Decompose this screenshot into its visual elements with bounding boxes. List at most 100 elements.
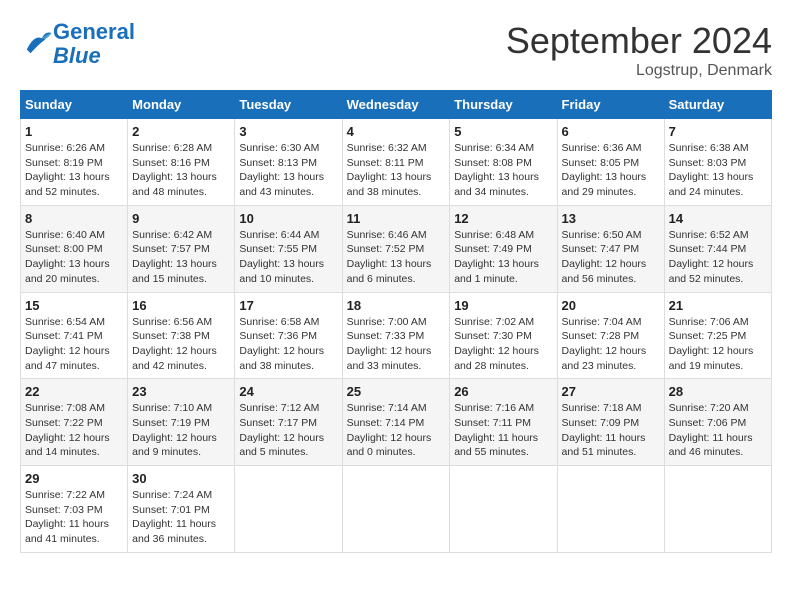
day-number: 14 bbox=[669, 211, 767, 226]
day-info: Sunrise: 7:20 AM Sunset: 7:06 PM Dayligh… bbox=[669, 401, 767, 460]
weekday-header-wednesday: Wednesday bbox=[342, 91, 450, 119]
calendar-cell bbox=[450, 466, 557, 553]
day-info: Sunrise: 6:30 AM Sunset: 8:13 PM Dayligh… bbox=[239, 141, 337, 200]
day-number: 23 bbox=[132, 384, 230, 399]
day-number: 8 bbox=[25, 211, 123, 226]
calendar-cell: 14 Sunrise: 6:52 AM Sunset: 7:44 PM Dayli… bbox=[664, 205, 771, 292]
calendar-cell: 5 Sunrise: 6:34 AM Sunset: 8:08 PM Daylig… bbox=[450, 119, 557, 206]
day-number: 21 bbox=[669, 298, 767, 313]
day-number: 30 bbox=[132, 471, 230, 486]
calendar-cell: 2 Sunrise: 6:28 AM Sunset: 8:16 PM Daylig… bbox=[128, 119, 235, 206]
calendar-cell: 15Sunrise: 6:54 AM Sunset: 7:41 PM Dayli… bbox=[21, 292, 128, 379]
day-info: Sunrise: 7:02 AM Sunset: 7:30 PM Dayligh… bbox=[454, 315, 552, 374]
calendar-cell: 25 Sunrise: 7:14 AM Sunset: 7:14 PM Dayli… bbox=[342, 379, 450, 466]
day-info: Sunrise: 6:58 AM Sunset: 7:36 PM Dayligh… bbox=[239, 315, 337, 374]
location: Logstrup, Denmark bbox=[506, 62, 772, 80]
weekday-header-thursday: Thursday bbox=[450, 91, 557, 119]
day-info: Sunrise: 6:56 AM Sunset: 7:38 PM Dayligh… bbox=[132, 315, 230, 374]
day-number: 11 bbox=[347, 211, 446, 226]
calendar-cell: 3Sunrise: 6:30 AM Sunset: 8:13 PM Daylig… bbox=[235, 119, 342, 206]
day-info: Sunrise: 6:44 AM Sunset: 7:55 PM Dayligh… bbox=[239, 228, 337, 287]
title-block: September 2024 Logstrup, Denmark bbox=[506, 20, 772, 80]
day-number: 17 bbox=[239, 298, 337, 313]
weekday-header-monday: Monday bbox=[128, 91, 235, 119]
day-info: Sunrise: 6:40 AM Sunset: 8:00 PM Dayligh… bbox=[25, 228, 123, 287]
day-number: 7 bbox=[669, 124, 767, 139]
day-info: Sunrise: 7:06 AM Sunset: 7:25 PM Dayligh… bbox=[669, 315, 767, 374]
weekday-header-saturday: Saturday bbox=[664, 91, 771, 119]
day-info: Sunrise: 6:42 AM Sunset: 7:57 PM Dayligh… bbox=[132, 228, 230, 287]
calendar-week-1: 1Sunrise: 6:26 AM Sunset: 8:19 PM Daylig… bbox=[21, 119, 772, 206]
day-number: 28 bbox=[669, 384, 767, 399]
calendar-cell: 13Sunrise: 6:50 AM Sunset: 7:47 PM Dayli… bbox=[557, 205, 664, 292]
day-number: 27 bbox=[562, 384, 660, 399]
day-number: 15 bbox=[25, 298, 123, 313]
calendar-week-4: 22 Sunrise: 7:08 AM Sunset: 7:22 PM Dayli… bbox=[21, 379, 772, 466]
day-info: Sunrise: 6:36 AM Sunset: 8:05 PM Dayligh… bbox=[562, 141, 660, 200]
calendar-cell: 27 Sunrise: 7:18 AM Sunset: 7:09 PM Dayli… bbox=[557, 379, 664, 466]
logo-blue: Blue bbox=[53, 43, 101, 68]
calendar-week-2: 8 Sunrise: 6:40 AM Sunset: 8:00 PM Daylig… bbox=[21, 205, 772, 292]
day-number: 13 bbox=[562, 211, 660, 226]
day-number: 29 bbox=[25, 471, 123, 486]
day-info: Sunrise: 7:24 AM Sunset: 7:01 PM Dayligh… bbox=[132, 488, 230, 547]
calendar-cell: 21 Sunrise: 7:06 AM Sunset: 7:25 PM Dayli… bbox=[664, 292, 771, 379]
day-info: Sunrise: 7:00 AM Sunset: 7:33 PM Dayligh… bbox=[347, 315, 446, 374]
calendar-table: SundayMondayTuesdayWednesdayThursdayFrid… bbox=[20, 90, 772, 553]
day-info: Sunrise: 6:38 AM Sunset: 8:03 PM Dayligh… bbox=[669, 141, 767, 200]
day-number: 16 bbox=[132, 298, 230, 313]
day-info: Sunrise: 7:04 AM Sunset: 7:28 PM Dayligh… bbox=[562, 315, 660, 374]
weekday-header-tuesday: Tuesday bbox=[235, 91, 342, 119]
day-number: 9 bbox=[132, 211, 230, 226]
calendar-cell: 17 Sunrise: 6:58 AM Sunset: 7:36 PM Dayli… bbox=[235, 292, 342, 379]
weekday-header-sunday: Sunday bbox=[21, 91, 128, 119]
day-info: Sunrise: 7:18 AM Sunset: 7:09 PM Dayligh… bbox=[562, 401, 660, 460]
day-info: Sunrise: 7:22 AM Sunset: 7:03 PM Dayligh… bbox=[25, 488, 123, 547]
calendar-cell: 9 Sunrise: 6:42 AM Sunset: 7:57 PM Daylig… bbox=[128, 205, 235, 292]
calendar-cell bbox=[235, 466, 342, 553]
calendar-cell: 19 Sunrise: 7:02 AM Sunset: 7:30 PM Dayli… bbox=[450, 292, 557, 379]
calendar-cell: 28 Sunrise: 7:20 AM Sunset: 7:06 PM Dayli… bbox=[664, 379, 771, 466]
calendar-week-3: 15Sunrise: 6:54 AM Sunset: 7:41 PM Dayli… bbox=[21, 292, 772, 379]
day-info: Sunrise: 7:08 AM Sunset: 7:22 PM Dayligh… bbox=[25, 401, 123, 460]
day-number: 26 bbox=[454, 384, 552, 399]
day-number: 2 bbox=[132, 124, 230, 139]
day-number: 4 bbox=[347, 124, 446, 139]
day-info: Sunrise: 7:10 AM Sunset: 7:19 PM Dayligh… bbox=[132, 401, 230, 460]
day-number: 20 bbox=[562, 298, 660, 313]
calendar-cell: 4 Sunrise: 6:32 AM Sunset: 8:11 PM Daylig… bbox=[342, 119, 450, 206]
day-info: Sunrise: 7:16 AM Sunset: 7:11 PM Dayligh… bbox=[454, 401, 552, 460]
day-info: Sunrise: 6:48 AM Sunset: 7:49 PM Dayligh… bbox=[454, 228, 552, 287]
day-info: Sunrise: 6:28 AM Sunset: 8:16 PM Dayligh… bbox=[132, 141, 230, 200]
day-info: Sunrise: 6:32 AM Sunset: 8:11 PM Dayligh… bbox=[347, 141, 446, 200]
day-info: Sunrise: 6:52 AM Sunset: 7:44 PM Dayligh… bbox=[669, 228, 767, 287]
calendar-cell: 7 Sunrise: 6:38 AM Sunset: 8:03 PM Daylig… bbox=[664, 119, 771, 206]
day-number: 19 bbox=[454, 298, 552, 313]
day-info: Sunrise: 6:46 AM Sunset: 7:52 PM Dayligh… bbox=[347, 228, 446, 287]
day-number: 18 bbox=[347, 298, 446, 313]
day-info: Sunrise: 7:14 AM Sunset: 7:14 PM Dayligh… bbox=[347, 401, 446, 460]
day-number: 22 bbox=[25, 384, 123, 399]
calendar-cell: 20 Sunrise: 7:04 AM Sunset: 7:28 PM Dayli… bbox=[557, 292, 664, 379]
calendar-cell bbox=[664, 466, 771, 553]
day-number: 1 bbox=[25, 124, 123, 139]
calendar-cell: 1Sunrise: 6:26 AM Sunset: 8:19 PM Daylig… bbox=[21, 119, 128, 206]
calendar-cell: 11 Sunrise: 6:46 AM Sunset: 7:52 PM Dayli… bbox=[342, 205, 450, 292]
calendar-cell: 10Sunrise: 6:44 AM Sunset: 7:55 PM Dayli… bbox=[235, 205, 342, 292]
weekday-header-friday: Friday bbox=[557, 91, 664, 119]
calendar-cell: 18 Sunrise: 7:00 AM Sunset: 7:33 PM Dayli… bbox=[342, 292, 450, 379]
calendar-cell: 30 Sunrise: 7:24 AM Sunset: 7:01 PM Dayli… bbox=[128, 466, 235, 553]
day-number: 12 bbox=[454, 211, 552, 226]
logo: General Blue bbox=[20, 20, 135, 68]
day-info: Sunrise: 6:34 AM Sunset: 8:08 PM Dayligh… bbox=[454, 141, 552, 200]
month-title: September 2024 bbox=[506, 20, 772, 62]
day-number: 24 bbox=[239, 384, 337, 399]
calendar-cell: 22 Sunrise: 7:08 AM Sunset: 7:22 PM Dayli… bbox=[21, 379, 128, 466]
calendar-cell bbox=[342, 466, 450, 553]
calendar-cell bbox=[557, 466, 664, 553]
calendar-cell: 16 Sunrise: 6:56 AM Sunset: 7:38 PM Dayli… bbox=[128, 292, 235, 379]
day-number: 25 bbox=[347, 384, 446, 399]
day-info: Sunrise: 7:12 AM Sunset: 7:17 PM Dayligh… bbox=[239, 401, 337, 460]
day-number: 6 bbox=[562, 124, 660, 139]
day-number: 5 bbox=[454, 124, 552, 139]
